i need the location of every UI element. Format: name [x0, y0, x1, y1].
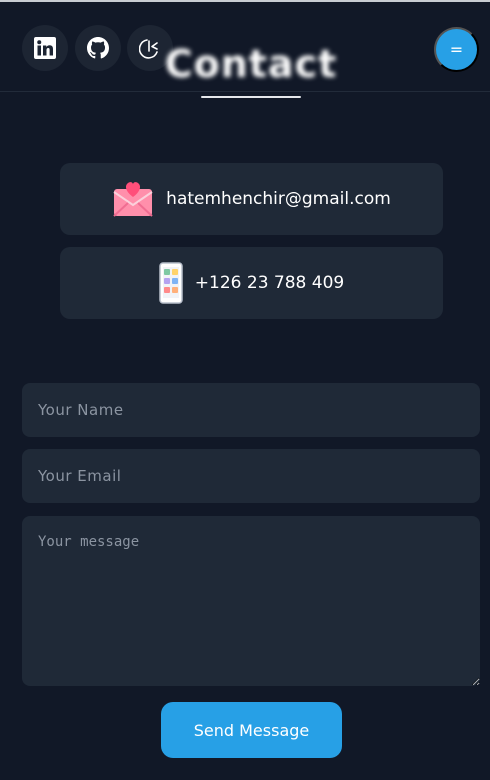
name-input[interactable]	[22, 383, 480, 437]
menu-button[interactable]: =	[434, 27, 479, 72]
mail-heart-icon	[112, 179, 154, 219]
page-title: Contact	[164, 42, 338, 86]
email-card[interactable]: hatemhenchir@gmail.com	[60, 163, 443, 235]
message-textarea[interactable]	[22, 516, 480, 686]
phone-icon	[159, 262, 183, 304]
email-input[interactable]	[22, 449, 480, 503]
contact-page: Contact = hatemhenchir@gmail.com +126 23…	[0, 0, 490, 780]
send-message-button[interactable]: Send Message	[161, 702, 342, 758]
phone-text[interactable]: +126 23 788 409	[195, 273, 344, 293]
header: Contact =	[0, 2, 490, 92]
phone-card[interactable]: +126 23 788 409	[60, 247, 443, 319]
email-text[interactable]: hatemhenchir@gmail.com	[166, 189, 391, 209]
title-underline	[201, 96, 301, 98]
